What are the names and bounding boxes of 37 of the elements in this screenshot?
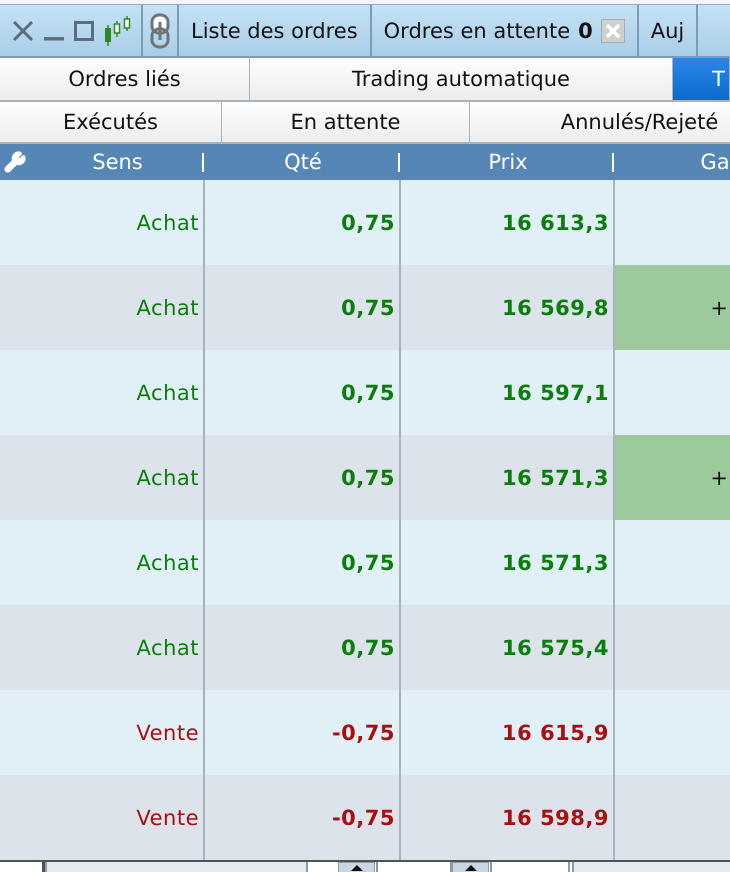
- close-icon[interactable]: [12, 20, 34, 40]
- candlestick-icon[interactable]: [104, 14, 132, 46]
- column-header[interactable]: Ga: [615, 150, 730, 174]
- wrench-icon[interactable]: [4, 151, 26, 173]
- column-header[interactable]: Sens: [62, 150, 143, 174]
- close-box-icon[interactable]: [600, 18, 625, 42]
- table-row[interactable]: Achat 0,75 16 597,1: [0, 350, 730, 435]
- column-header[interactable]: Prix: [488, 150, 528, 174]
- table-row[interactable]: Achat 0,75 16 613,3: [0, 180, 730, 265]
- table-row[interactable]: Achat 0,75 16 571,3: [0, 520, 730, 605]
- table-cell: +: [615, 435, 730, 520]
- table-row[interactable]: Vente -0,75 16 598,9: [0, 775, 730, 860]
- input-field[interactable]: [45, 862, 308, 872]
- filter-tab[interactable]: Exécutés: [0, 102, 222, 144]
- filter-tab[interactable]: Annulés/Rejeté: [470, 102, 730, 144]
- window-tab[interactable]: Ordres en attente 0: [372, 5, 639, 56]
- chain-link-icon[interactable]: [150, 12, 170, 48]
- view-tab[interactable]: Ordres liés: [0, 58, 250, 102]
- view-tab[interactable]: T: [673, 58, 730, 102]
- table-row[interactable]: Achat 0,75 16 575,4: [0, 605, 730, 690]
- table-row[interactable]: Vente -0,75 16 615,9: [0, 690, 730, 775]
- view-tab[interactable]: Trading automatique: [250, 58, 673, 102]
- spinner-button[interactable]: [338, 862, 375, 872]
- window-tab[interactable]: Auj: [638, 5, 698, 56]
- table-cell: +: [615, 265, 730, 350]
- window-tab[interactable]: Liste des ordres: [179, 5, 372, 56]
- input-field[interactable]: [490, 862, 570, 872]
- column-header[interactable]: Qté: [284, 150, 322, 174]
- caret-icon: [464, 865, 476, 871]
- caret-icon: [350, 865, 362, 871]
- input-field[interactable]: [572, 862, 730, 872]
- filter-tab[interactable]: En attente: [222, 102, 470, 144]
- maximize-icon[interactable]: [74, 20, 94, 40]
- input-field[interactable]: [376, 862, 452, 872]
- spinner-button[interactable]: [452, 862, 489, 872]
- table-row[interactable]: Achat 0,75 16 571,3 +: [0, 435, 730, 520]
- table-row[interactable]: Achat 0,75 16 569,8 +: [0, 265, 730, 350]
